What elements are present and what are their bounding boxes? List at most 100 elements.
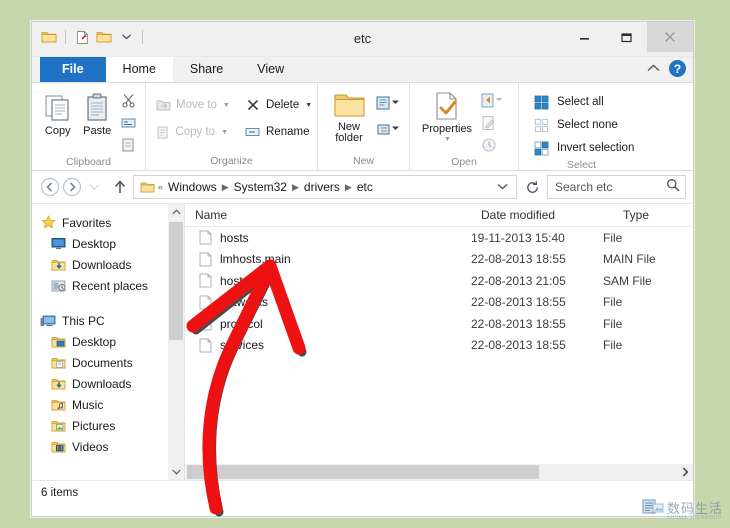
help-icon[interactable]: ? xyxy=(669,60,686,77)
column-header-date-modified[interactable]: Date modified xyxy=(471,208,613,222)
sidebar-item-downloads-pc[interactable]: Downloads xyxy=(32,373,184,394)
table-row[interactable]: networks 22-08-2013 18:55 File xyxy=(185,292,693,314)
rename-button[interactable]: Rename xyxy=(240,121,316,143)
folder-icon[interactable] xyxy=(40,28,58,46)
select-none-button[interactable]: Select none xyxy=(533,115,634,135)
file-icon xyxy=(197,316,213,332)
select-all-button[interactable]: Select all xyxy=(533,92,634,112)
breadcrumb-sep-2[interactable]: ▶ xyxy=(291,182,300,193)
new-folder-label: New folder xyxy=(335,121,363,144)
music-icon xyxy=(50,397,66,413)
properties-button[interactable]: Properties ▼ xyxy=(416,88,478,143)
file-list-hscrollbar[interactable] xyxy=(185,464,693,480)
sidebar-item-documents[interactable]: Documents xyxy=(32,352,184,373)
navpane-scrollbar[interactable] xyxy=(168,204,184,480)
table-row[interactable]: protocol 22-08-2013 18:55 File xyxy=(185,313,693,335)
organize-col-2: Delete ▼ Rename xyxy=(240,88,316,143)
tab-view[interactable]: View xyxy=(240,57,301,82)
file-name-cell[interactable]: lmhosts.main xyxy=(185,251,461,267)
table-row[interactable]: services 22-08-2013 18:55 File xyxy=(185,335,693,357)
breadcrumb-windows[interactable]: Windows xyxy=(164,180,221,194)
breadcrumb-etc[interactable]: etc xyxy=(353,180,377,194)
tab-home[interactable]: Home xyxy=(105,57,173,82)
navpane-scroll-up-icon[interactable] xyxy=(168,204,184,220)
tab-share[interactable]: Share xyxy=(173,57,240,82)
table-row[interactable]: lmhosts.main 22-08-2013 18:55 MAIN File xyxy=(185,249,693,271)
sidebar-section-gap xyxy=(32,296,184,310)
refresh-icon[interactable] xyxy=(521,176,543,198)
maximize-button[interactable] xyxy=(605,22,647,52)
search-icon[interactable] xyxy=(666,178,680,197)
sidebar-item-pictures[interactable]: Pictures xyxy=(32,415,184,436)
new-folder-button[interactable]: New folder xyxy=(324,88,374,144)
content-area: Favorites Desktop Downloads Recent place… xyxy=(32,204,693,480)
paste-button[interactable]: Paste xyxy=(78,88,118,137)
copy-button[interactable]: Copy xyxy=(38,88,78,137)
column-header-type[interactable]: Type xyxy=(613,208,693,222)
desktop-icon xyxy=(50,236,66,252)
sidebar-item-downloads-fav[interactable]: Downloads xyxy=(32,254,184,275)
sidebar-item-desktop-fav[interactable]: Desktop xyxy=(32,233,184,254)
sidebar-item-recent-places[interactable]: Recent places xyxy=(32,275,184,296)
file-name-cell[interactable]: services xyxy=(185,337,461,353)
file-name-cell[interactable]: protocol xyxy=(185,316,461,332)
search-input[interactable]: Search etc xyxy=(547,175,686,199)
cut-icon[interactable] xyxy=(117,90,139,111)
copy-to-button[interactable]: Copy to ▼ xyxy=(152,121,232,143)
copy-path-icon[interactable] xyxy=(117,112,139,133)
breadcrumb-system32[interactable]: System32 xyxy=(230,180,291,194)
file-name-cell[interactable]: networks xyxy=(185,294,461,310)
item-count-label: 6 items xyxy=(41,486,79,499)
file-name-cell[interactable]: hosts xyxy=(185,230,461,246)
paste-shortcut-icon[interactable] xyxy=(117,134,139,155)
properties-label: Properties xyxy=(421,123,473,135)
up-button[interactable] xyxy=(109,176,131,198)
file-name-cell[interactable]: hosts.sam xyxy=(185,273,461,289)
column-header-name[interactable]: Name xyxy=(185,208,471,222)
forward-button[interactable] xyxy=(61,176,83,198)
hscroll-thumb[interactable] xyxy=(187,465,539,479)
table-row[interactable]: hosts.sam 22-08-2013 21:05 SAM File xyxy=(185,270,693,292)
sidebar-item-music[interactable]: Music xyxy=(32,394,184,415)
file-name-label: hosts xyxy=(220,230,249,245)
customize-qat-icon[interactable] xyxy=(117,28,135,46)
sidebar-item-favorites[interactable]: Favorites xyxy=(32,212,184,233)
chevron-up-icon[interactable] xyxy=(647,63,660,75)
history-icon[interactable] xyxy=(478,134,500,155)
navpane-scroll-down-icon[interactable] xyxy=(168,464,184,480)
new-item-icon[interactable] xyxy=(374,92,402,113)
sidebar-item-videos[interactable]: Videos xyxy=(32,436,184,457)
ribbon-group-select: Select all Select none Invert selection … xyxy=(518,83,693,171)
delete-button[interactable]: Delete ▼ xyxy=(240,94,316,116)
move-to-button[interactable]: Move to ▼ xyxy=(152,94,232,116)
address-bar: « Windows ▶ System32 ▶ drivers ▶ etc Sea… xyxy=(32,171,693,204)
table-row[interactable]: hosts 19-11-2013 15:40 File xyxy=(185,227,693,249)
invert-selection-button[interactable]: Invert selection xyxy=(533,138,634,158)
minimize-button[interactable] xyxy=(563,22,605,52)
breadcrumb-sep-3[interactable]: ▶ xyxy=(344,182,353,193)
qat-divider-2 xyxy=(142,30,143,44)
edit-icon[interactable] xyxy=(478,112,500,133)
search-placeholder: Search etc xyxy=(555,180,613,194)
tab-file[interactable]: File xyxy=(40,57,106,82)
open-icon[interactable] xyxy=(478,90,506,111)
sidebar-label-recent-places: Recent places xyxy=(72,278,149,293)
easy-access-icon[interactable] xyxy=(374,118,402,139)
delete-label: Delete xyxy=(266,99,300,111)
new-file-icon[interactable] xyxy=(73,28,91,46)
sidebar-item-desktop-pc[interactable]: Desktop xyxy=(32,331,184,352)
sidebar-label-downloads-pc: Downloads xyxy=(72,376,132,391)
computer-icon xyxy=(40,313,56,329)
recent-locations-button[interactable] xyxy=(83,176,105,198)
breadcrumb-sep-1[interactable]: ▶ xyxy=(221,182,230,193)
back-button[interactable] xyxy=(39,176,61,198)
chevron-down-icon[interactable] xyxy=(491,182,514,193)
folder-properties-icon[interactable] xyxy=(95,28,113,46)
navpane-scroll-thumb[interactable] xyxy=(169,222,183,340)
breadcrumb-overflow[interactable]: « xyxy=(157,182,164,192)
sidebar-item-this-pc[interactable]: This PC xyxy=(32,310,184,331)
breadcrumb[interactable]: « Windows ▶ System32 ▶ drivers ▶ etc xyxy=(133,175,517,199)
close-button[interactable] xyxy=(647,22,693,52)
hscroll-right-icon[interactable] xyxy=(677,464,693,480)
breadcrumb-drivers[interactable]: drivers xyxy=(300,180,344,194)
